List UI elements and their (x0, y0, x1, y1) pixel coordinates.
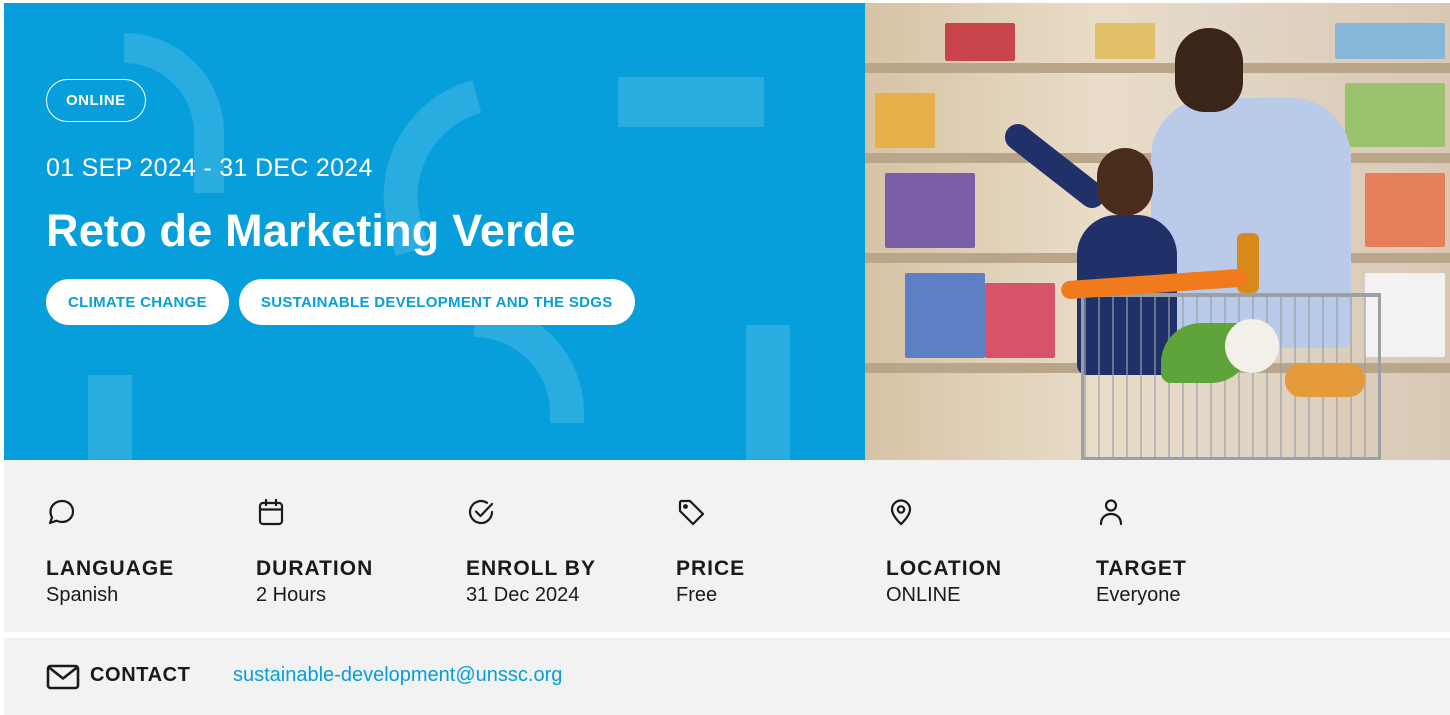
child-head (1097, 148, 1153, 216)
contact-email-link[interactable]: sustainable-development@unssc.org (233, 664, 562, 687)
course-hero: ONLINE 01 SEP 2024 - 31 DEC 2024 Reto de… (4, 3, 1450, 460)
envelope-icon (46, 664, 80, 690)
info-value: 2 Hours (256, 584, 327, 606)
info-label: TARGET (1096, 557, 1187, 580)
course-title: Reto de Marketing Verde (46, 205, 576, 256)
info-value: 31 Dec 2024 (466, 584, 580, 606)
adult-head (1175, 28, 1243, 112)
info-location: LOCATION ONLINE (886, 460, 1086, 632)
decorative-shape (746, 325, 790, 460)
vegetables (1285, 363, 1365, 397)
info-duration: DURATION 2 Hours (256, 460, 456, 632)
product (985, 283, 1055, 358)
info-label: ENROLL BY (466, 557, 596, 580)
info-target: TARGET Everyone (1096, 460, 1296, 632)
info-label: LANGUAGE (46, 557, 175, 580)
tag-sustainable-development[interactable]: SUSTAINABLE DEVELOPMENT AND THE SDGS (238, 279, 635, 325)
info-value: Everyone (1096, 584, 1181, 606)
info-label: PRICE (676, 557, 746, 580)
topic-tags: CLIMATE CHANGE SUSTAINABLE DEVELOPMENT A… (46, 279, 635, 325)
hero-photo (865, 3, 1450, 460)
speech-bubble-icon (48, 499, 75, 525)
delivery-mode-badge: ONLINE (46, 79, 146, 122)
product (1335, 23, 1445, 59)
tag-climate-change[interactable]: CLIMATE CHANGE (46, 279, 229, 325)
info-price: PRICE Free (676, 460, 876, 632)
person-icon (1099, 499, 1123, 526)
info-value: ONLINE (886, 584, 961, 606)
course-dates: 01 SEP 2024 - 31 DEC 2024 (46, 154, 373, 182)
decorative-shape (618, 77, 764, 127)
calendar-icon (258, 498, 284, 526)
product (885, 173, 975, 248)
contact-label: CONTACT (90, 664, 191, 686)
contact-bar: CONTACT sustainable-development@unssc.or… (4, 638, 1450, 715)
decorative-shape (88, 375, 132, 460)
info-label: DURATION (256, 557, 374, 580)
product (1095, 23, 1155, 59)
product (1345, 83, 1445, 147)
product (945, 23, 1015, 61)
price-tag-icon (678, 499, 705, 526)
info-value: Free (676, 584, 718, 606)
info-enroll-by: ENROLL BY 31 Dec 2024 (466, 460, 666, 632)
product (1365, 173, 1445, 247)
product (875, 93, 935, 148)
hero-banner: ONLINE 01 SEP 2024 - 31 DEC 2024 Reto de… (4, 3, 865, 460)
info-language: LANGUAGE Spanish (46, 460, 246, 632)
info-value: Spanish (46, 584, 119, 606)
info-label: LOCATION (886, 557, 1003, 580)
course-info-bar: LANGUAGE Spanish DURATION 2 Hours ENROLL… (4, 460, 1450, 632)
vegetables (1225, 319, 1279, 373)
product (905, 273, 985, 358)
location-pin-icon (890, 499, 912, 526)
shelf (865, 63, 1450, 73)
check-circle-icon (468, 499, 494, 525)
